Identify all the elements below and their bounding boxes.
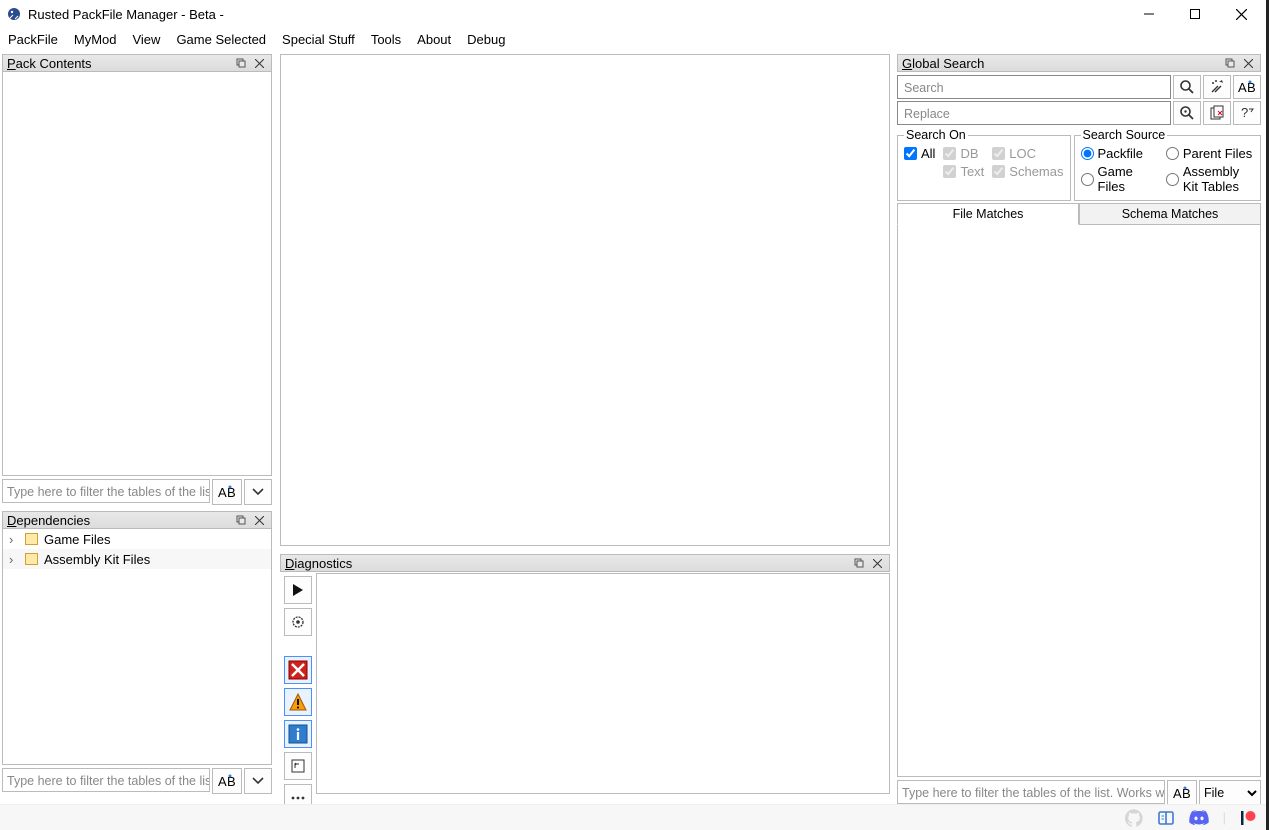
global-search-filter-type[interactable]: File: [1199, 780, 1261, 806]
patreon-icon[interactable]: [1240, 810, 1256, 826]
diagnostics-titlebar: Diagnostics: [280, 554, 890, 572]
global-search-title: Global Search: [902, 56, 1220, 71]
menu-packfile[interactable]: PackFile: [8, 32, 58, 47]
replace-help-button[interactable]: ?: [1233, 101, 1261, 125]
global-search-float-button[interactable]: [1222, 56, 1238, 70]
pack-contents-title: Pack Contents: [7, 56, 231, 71]
tab-file-matches[interactable]: File Matches: [897, 203, 1079, 225]
pack-contents-tree[interactable]: [2, 72, 272, 476]
main-content-area: [280, 54, 890, 546]
diagnostics-error-filter[interactable]: [284, 656, 312, 684]
pack-contents-filter-input[interactable]: Type here to filter the tables of the li…: [2, 479, 210, 503]
svg-text:A: A: [1238, 80, 1247, 95]
dependencies-title: Dependencies: [7, 513, 231, 528]
menu-tools[interactable]: Tools: [371, 32, 401, 47]
search-on-db[interactable]: DB: [943, 146, 984, 161]
menu-debug[interactable]: Debug: [467, 32, 505, 47]
replace-input[interactable]: Replace: [897, 101, 1171, 125]
pack-contents-close-button[interactable]: [251, 56, 267, 70]
diagnostics-settings-button[interactable]: [284, 608, 312, 636]
search-on-loc[interactable]: LOC: [992, 146, 1063, 161]
titlebar: Rusted PackFile Manager - Beta -: [0, 0, 1266, 28]
search-on-all[interactable]: All: [904, 146, 935, 161]
diagnostics-run-button[interactable]: [284, 576, 312, 604]
tree-row[interactable]: › Game Files: [3, 529, 271, 549]
diagnostics-warning-filter[interactable]: [284, 688, 312, 716]
app-icon: [6, 6, 22, 22]
dependencies-tree[interactable]: › Game Files › Assembly Kit Files: [2, 529, 272, 765]
search-results-area[interactable]: [897, 225, 1261, 777]
global-search-case-button[interactable]: AB: [1167, 780, 1197, 806]
replace-one-button[interactable]: [1173, 101, 1201, 125]
search-on-text[interactable]: Text: [943, 164, 984, 179]
docs-icon[interactable]: [1157, 809, 1175, 827]
chevron-right-icon[interactable]: ›: [9, 532, 19, 547]
chevron-right-icon[interactable]: ›: [9, 552, 19, 567]
source-parent-files[interactable]: Parent Files: [1166, 146, 1254, 161]
source-packfile[interactable]: Packfile: [1081, 146, 1158, 161]
dependencies-case-button[interactable]: AB: [212, 768, 242, 794]
tree-row[interactable]: › Assembly Kit Files: [3, 549, 271, 569]
global-search-titlebar: Global Search: [897, 54, 1261, 72]
dependencies-dropdown-button[interactable]: [244, 768, 272, 794]
tab-schema-matches[interactable]: Schema Matches: [1079, 203, 1261, 225]
minimize-button[interactable]: [1126, 0, 1172, 28]
maximize-button[interactable]: [1172, 0, 1218, 28]
search-input[interactable]: Search: [897, 75, 1171, 99]
pack-contents-case-button[interactable]: AB: [212, 479, 242, 505]
statusbar: |: [0, 804, 1266, 830]
menu-mymod[interactable]: MyMod: [74, 32, 117, 47]
folder-icon: [25, 533, 38, 545]
pack-contents-float-button[interactable]: [233, 56, 249, 70]
search-source-group: Search Source Packfile Parent Files Game…: [1074, 128, 1262, 201]
source-ak-tables[interactable]: Assembly Kit Tables: [1166, 164, 1254, 194]
github-icon[interactable]: [1125, 809, 1143, 827]
clear-search-button[interactable]: [1203, 75, 1231, 99]
menu-game-selected[interactable]: Game Selected: [176, 32, 266, 47]
dependencies-titlebar: Dependencies: [2, 511, 272, 529]
svg-text:A: A: [218, 774, 227, 789]
replace-all-button[interactable]: [1203, 101, 1231, 125]
window-title: Rusted PackFile Manager - Beta -: [28, 7, 1126, 22]
menu-view[interactable]: View: [132, 32, 160, 47]
pack-contents-dropdown-button[interactable]: [244, 479, 272, 505]
menu-about[interactable]: About: [417, 32, 451, 47]
dependencies-filter-input[interactable]: Type here to filter the tables of the li…: [2, 768, 210, 792]
diagnostics-results-area[interactable]: [316, 573, 890, 794]
svg-text:A: A: [218, 485, 227, 500]
dependencies-close-button[interactable]: [251, 513, 267, 527]
diagnostics-info-filter[interactable]: [284, 720, 312, 748]
svg-text:A: A: [1173, 786, 1182, 801]
close-button[interactable]: [1218, 0, 1264, 28]
source-game-files[interactable]: Game Files: [1081, 164, 1158, 194]
discord-icon[interactable]: [1189, 810, 1209, 826]
search-on-legend: Search On: [904, 128, 968, 142]
menu-special-stuff[interactable]: Special Stuff: [282, 32, 355, 47]
search-case-button[interactable]: AB: [1233, 75, 1261, 99]
search-source-legend: Search Source: [1081, 128, 1168, 142]
folder-icon: [25, 553, 38, 565]
search-on-group: Search On All DB LOC Text Schemas: [897, 128, 1071, 201]
search-on-schemas[interactable]: Schemas: [992, 164, 1063, 179]
diagnostics-toggle-button[interactable]: [284, 752, 312, 780]
diagnostics-title: Diagnostics: [285, 556, 849, 571]
tree-item-label: Assembly Kit Files: [44, 552, 150, 567]
dependencies-float-button[interactable]: [233, 513, 249, 527]
tree-item-label: Game Files: [44, 532, 110, 547]
menubar: PackFile MyMod View Game Selected Specia…: [0, 28, 1266, 52]
global-search-filter-input[interactable]: Type here to filter the tables of the li…: [897, 780, 1165, 804]
svg-text:?: ?: [1241, 105, 1248, 120]
global-search-close-button[interactable]: [1240, 56, 1256, 70]
diagnostics-close-button[interactable]: [869, 556, 885, 570]
diagnostics-float-button[interactable]: [851, 556, 867, 570]
search-button[interactable]: [1173, 75, 1201, 99]
pack-contents-titlebar: Pack Contents: [2, 54, 272, 72]
